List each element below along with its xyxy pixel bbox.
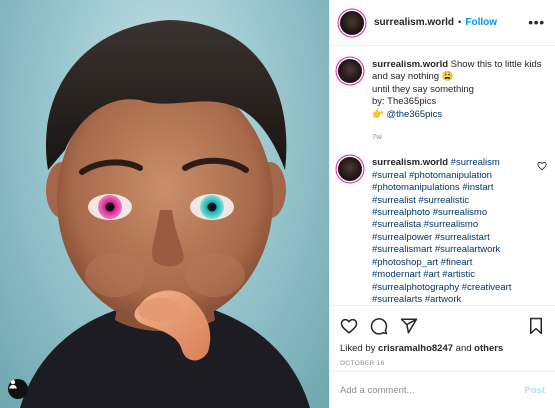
more-options-icon[interactable]: •••	[528, 16, 545, 29]
hashtag-link[interactable]: #surrealphotography	[372, 282, 459, 293]
header-separator: •	[458, 17, 462, 28]
hashtag-link[interactable]: #creativeart	[462, 282, 512, 293]
caption-line-3: by: The365pics	[372, 96, 437, 108]
caption-line-2: until they say something	[372, 83, 474, 95]
comment-username[interactable]: surrealism.world	[372, 157, 448, 168]
share-icon[interactable]	[400, 317, 418, 335]
comments-list[interactable]: surrealism.world Show this to little kid…	[330, 47, 555, 304]
hashtag-link[interactable]: #surrealistart	[435, 232, 490, 243]
hashtag-link[interactable]: #modernart	[372, 269, 421, 280]
hashtag-link[interactable]: #photomanipulations	[372, 182, 460, 193]
post-header: surrealism.world • Follow •••	[330, 0, 555, 46]
follow-button[interactable]: Follow	[465, 17, 497, 28]
hashtag-link[interactable]: #art	[423, 269, 439, 280]
avatar[interactable]	[338, 59, 362, 83]
comment-icon[interactable]	[370, 317, 388, 335]
post-comment-button[interactable]: Post	[524, 385, 545, 396]
mention-link[interactable]: @the365pics	[386, 109, 442, 120]
action-bar	[340, 314, 545, 338]
hashtag-link[interactable]: #surrealarts	[372, 294, 422, 304]
hashtag-link[interactable]: #surrealphoto	[372, 207, 430, 218]
comment-like-icon[interactable]	[537, 161, 547, 171]
hashtag-link[interactable]: #artistic	[442, 269, 475, 280]
post-date[interactable]: OCTOBER 16	[340, 360, 545, 367]
hashtag-link[interactable]: #artwork	[425, 294, 461, 304]
post-actions: Liked by crisramalho8247 and others OCTO…	[330, 305, 555, 367]
caption-age[interactable]: 7w	[372, 131, 547, 143]
hashtag-link[interactable]: #photoshop_art	[372, 257, 438, 268]
hashtag-link[interactable]: #fineart	[441, 257, 473, 268]
hashtag-link[interactable]: #surreal	[372, 170, 406, 181]
hashtag-link[interactable]: #surrealismo	[424, 219, 478, 230]
hashtag-link[interactable]: #surrealpower	[372, 232, 432, 243]
hashtag-body: surrealism.world #surrealism #surreal #p…	[372, 157, 531, 304]
avatar[interactable]	[340, 10, 364, 35]
hashtag-link[interactable]: #surrealartwork	[435, 244, 500, 255]
hashtag-link[interactable]: #surrealismart	[372, 244, 432, 255]
add-comment-bar: Post	[330, 371, 555, 408]
liked-by-user-link[interactable]: crisramalho8247	[378, 343, 453, 354]
hashtag-comment: surrealism.world #surrealism #surreal #p…	[338, 157, 547, 304]
liked-by-text: Liked by crisramalho8247 and others	[340, 343, 545, 354]
bookmark-icon[interactable]	[527, 317, 545, 335]
boy-portrait-illustration	[20, 20, 310, 408]
like-icon[interactable]	[340, 317, 358, 335]
hashtag-link[interactable]: #photomanipulation	[409, 170, 492, 181]
user-tag-icon[interactable]	[8, 379, 28, 399]
add-comment-input[interactable]	[340, 384, 525, 396]
hashtag-link[interactable]: #instart	[462, 182, 493, 193]
author-username[interactable]: surrealism.world	[374, 17, 454, 28]
liked-by-prefix: Liked by	[340, 343, 376, 354]
hashtag-link[interactable]: #surrealista	[372, 219, 421, 230]
avatar[interactable]	[338, 157, 362, 182]
hashtag-link[interactable]: #surrealism	[451, 157, 500, 168]
hashtag-link[interactable]: #surrealismo	[433, 207, 487, 218]
caption-comment: surrealism.world Show this to little kid…	[338, 59, 547, 143]
post-photo[interactable]	[0, 0, 329, 408]
person-icon	[9, 380, 17, 389]
post-side-panel: surrealism.world • Follow ••• surrealism…	[329, 0, 555, 408]
hashtag-link[interactable]: #surrealistic	[418, 195, 469, 206]
liked-by-and: and	[455, 343, 472, 354]
pointing-hand-emoji: 👉	[372, 108, 384, 120]
hashtag-link[interactable]: #surrealist	[372, 195, 416, 206]
caption-username[interactable]: surrealism.world	[372, 59, 448, 70]
liked-by-others-link[interactable]: others	[474, 343, 503, 354]
